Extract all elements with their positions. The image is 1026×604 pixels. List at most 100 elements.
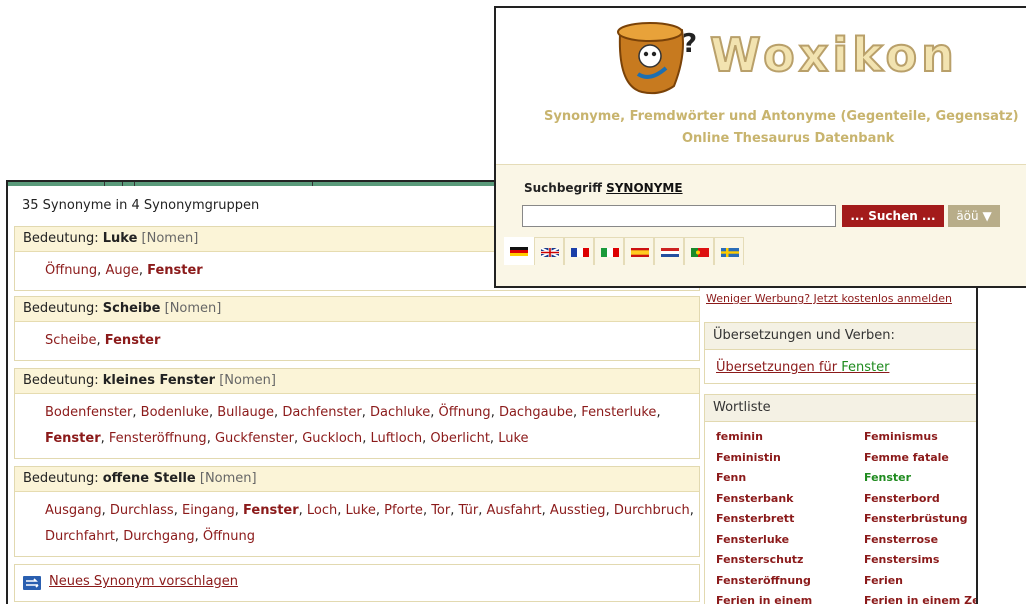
wordlist-item[interactable]: feminin xyxy=(716,430,763,443)
group-word: offene Stelle xyxy=(102,471,196,486)
wordlist-item[interactable]: Fensterbord xyxy=(864,492,940,505)
synonym-link[interactable]: Ausstieg xyxy=(550,503,606,518)
synonym-link[interactable]: Tür xyxy=(459,503,479,518)
synonym-link[interactable]: Oberlicht xyxy=(430,431,490,446)
synonym-link[interactable]: Dachgaube xyxy=(499,405,573,420)
synonym-link[interactable]: Ausgang xyxy=(45,503,102,518)
brand-logo-text[interactable]: Woxikon xyxy=(709,27,958,83)
group-pos: [Nomen] xyxy=(141,231,199,246)
synonym-list: Bodenfenster, Bodenluke, Bullauge, Dachf… xyxy=(45,405,661,446)
wordlist-item[interactable]: Fensterbrett xyxy=(716,512,794,525)
translations-link-word: Fenster xyxy=(841,360,890,375)
synonym-group: Bedeutung: offene Stelle [Nomen] Ausgang… xyxy=(14,466,700,557)
synonym-link[interactable]: Bullauge xyxy=(217,405,274,420)
synonym-link[interactable]: Fensteröffnung xyxy=(109,431,207,446)
group-word: Luke xyxy=(102,231,138,246)
synonym-link[interactable]: Öffnung xyxy=(203,529,255,544)
group-pos: [Nomen] xyxy=(219,373,276,388)
synonym-link[interactable]: Fenster xyxy=(105,333,161,348)
synonym-link[interactable]: Pforte xyxy=(384,503,423,518)
synonym-link[interactable]: Luke xyxy=(498,431,528,446)
wordlist-item[interactable]: Fensteröffnung xyxy=(716,574,811,587)
synonym-link[interactable]: Guckloch xyxy=(302,431,362,446)
synonym-group: Bedeutung: kleines Fenster [Nomen] Boden… xyxy=(14,368,700,459)
synonym-link[interactable]: Scheibe xyxy=(45,333,97,348)
wordlist-item[interactable]: Fensterbrüstung xyxy=(864,512,968,525)
swap-arrows-icon[interactable] xyxy=(23,576,41,590)
synonym-link[interactable]: Öffnung xyxy=(439,405,491,420)
synonym-link[interactable]: Tor xyxy=(431,503,450,518)
wordlist-item[interactable]: Ferien xyxy=(864,574,903,587)
synonym-link[interactable]: Fenster xyxy=(243,503,299,518)
group-header: Bedeutung: offene Stelle [Nomen] xyxy=(15,467,699,492)
portuguese-flag-icon[interactable] xyxy=(684,237,714,265)
tagline-line-1: Synonyme, Fremdwörter und Antonyme (Gege… xyxy=(544,109,1019,124)
woxikon-bucket-logo-icon[interactable]: ? xyxy=(612,16,708,98)
wordlist-item[interactable]: Fenn xyxy=(716,471,746,484)
translations-link[interactable]: Übersetzungen für Fenster xyxy=(716,360,889,375)
dutch-flag-icon[interactable] xyxy=(654,237,684,265)
group-prefix: Bedeutung: xyxy=(23,471,103,486)
search-window: ? Woxikon Synonyme, Fremdwörter und Anto… xyxy=(494,6,1026,288)
search-label-keyword[interactable]: SYNONYME xyxy=(606,181,682,195)
search-button[interactable]: ... Suchen ... xyxy=(842,205,944,227)
synonym-link[interactable]: Fenster xyxy=(147,263,203,278)
group-prefix: Bedeutung: xyxy=(23,301,103,316)
group-header: Bedeutung: kleines Fenster [Nomen] xyxy=(15,369,699,394)
search-label-text: Suchbegriff xyxy=(524,181,607,195)
synonym-link[interactable]: Guckfenster xyxy=(215,431,294,446)
wordlist-item[interactable]: Fensterschutz xyxy=(716,553,803,566)
search-input[interactable] xyxy=(522,205,836,227)
synonym-link[interactable]: Auge xyxy=(105,263,138,278)
synonym-list: Scheibe, Fenster xyxy=(45,333,161,348)
synonym-link[interactable]: Fenster xyxy=(45,431,101,446)
synonym-link[interactable]: Durchbruch xyxy=(614,503,690,518)
synonym-link[interactable]: Dachfenster xyxy=(282,405,361,420)
group-pos: [Nomen] xyxy=(199,471,257,486)
search-label: Suchbegriff SYNONYME xyxy=(524,181,683,195)
synonym-group: Bedeutung: Scheibe [Nomen] Scheibe, Fens… xyxy=(14,296,700,361)
synonym-link[interactable]: Bodenluke xyxy=(141,405,209,420)
synonym-link[interactable]: Luftloch xyxy=(370,431,422,446)
uk-flag-icon[interactable] xyxy=(534,237,564,265)
wordlist-item[interactable]: Ferien in einem xyxy=(716,594,812,604)
synonym-link[interactable]: Ausfahrt xyxy=(487,503,542,518)
wordlist-item[interactable]: Fensterbank xyxy=(716,492,794,505)
svg-text:?: ? xyxy=(682,29,697,59)
synonym-link[interactable]: Durchfahrt xyxy=(45,529,115,544)
synonym-link[interactable]: Bodenfenster xyxy=(45,405,132,420)
translations-heading: Übersetzungen und Verben: xyxy=(705,323,976,350)
tagline-line-2: Online Thesaurus Datenbank xyxy=(682,131,895,146)
wordlist-item[interactable]: Feministin xyxy=(716,451,781,464)
umlaut-dropdown-button[interactable]: äöü ▼ xyxy=(948,205,1000,227)
group-prefix: Bedeutung: xyxy=(23,373,103,388)
group-pos: [Nomen] xyxy=(164,301,222,316)
wordlist-item[interactable]: Ferien in einem Zelt xyxy=(864,594,976,604)
wordlist-item[interactable]: Fenstersims xyxy=(864,553,939,566)
group-word: kleines Fenster xyxy=(102,373,216,388)
spanish-flag-icon[interactable] xyxy=(624,237,654,265)
synonym-link[interactable]: Fensterluke xyxy=(581,405,656,420)
synonym-link[interactable]: Durchlass xyxy=(110,503,174,518)
suggest-synonym-link[interactable]: Neues Synonym vorschlagen xyxy=(49,574,238,589)
synonym-link[interactable]: Durchgang xyxy=(123,529,194,544)
wordlist-item[interactable]: Fensterluke xyxy=(716,533,789,546)
group-word: Scheibe xyxy=(102,301,161,316)
italian-flag-icon[interactable] xyxy=(594,237,624,265)
group-prefix: Bedeutung: xyxy=(23,231,103,246)
wordlist-item[interactable]: Femme fatale xyxy=(864,451,949,464)
synonym-link[interactable]: Dachluke xyxy=(370,405,430,420)
wordlist-item[interactable]: Feminismus xyxy=(864,430,938,443)
french-flag-icon[interactable] xyxy=(564,237,594,265)
search-panel: Suchbegriff SYNONYME ... Suchen ... äöü … xyxy=(496,164,1026,286)
german-flag-icon[interactable] xyxy=(504,237,534,265)
wordlist-item[interactable]: Fensterrose xyxy=(864,533,938,546)
synonym-link[interactable]: Eingang xyxy=(182,503,235,518)
less-ads-link[interactable]: Weniger Werbung? Jetzt kostenlos anmelde… xyxy=(706,292,952,305)
swedish-flag-icon[interactable] xyxy=(714,237,744,265)
wordlist-item[interactable]: Fenster xyxy=(864,471,911,484)
synonym-link[interactable]: Luke xyxy=(346,503,376,518)
synonym-link[interactable]: Öffnung xyxy=(45,263,97,278)
group-header: Bedeutung: Scheibe [Nomen] xyxy=(15,297,699,322)
synonym-link[interactable]: Loch xyxy=(307,503,337,518)
